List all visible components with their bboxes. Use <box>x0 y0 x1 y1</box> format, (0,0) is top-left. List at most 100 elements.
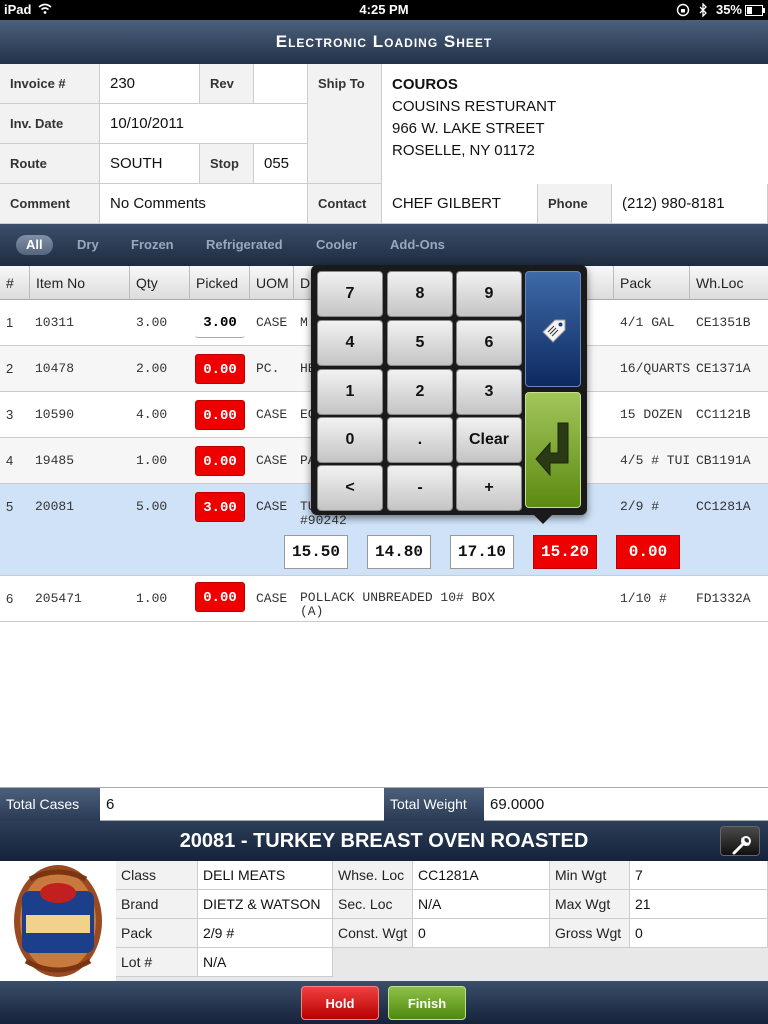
phone-label: Phone <box>538 184 612 224</box>
weight-input-5[interactable]: 0.00 <box>616 535 680 569</box>
row-number: 1 <box>6 315 14 330</box>
numeric-keypad-popover: 7 8 9 4 5 6 1 2 3 0 . Clear < - + <box>311 265 587 515</box>
key-8[interactable]: 8 <box>387 271 453 317</box>
row-item-no: 10478 <box>35 361 75 376</box>
row-wh-loc: CB1191A <box>696 453 751 468</box>
totals-bar: Total Cases 6 Total Weight 69.0000 <box>0 787 768 821</box>
const-wgt-label: Const. Wgt <box>333 919 413 948</box>
key-1[interactable]: 1 <box>317 369 383 415</box>
clock: 4:25 PM <box>359 2 409 17</box>
settings-button[interactable] <box>720 826 760 856</box>
key-6[interactable]: 6 <box>456 320 522 366</box>
row-item-no: 19485 <box>35 453 75 468</box>
enter-button[interactable] <box>525 392 581 508</box>
tab-all[interactable]: All <box>16 235 53 255</box>
tab-frozen[interactable]: Frozen <box>131 235 174 255</box>
sec-loc-label: Sec. Loc <box>333 890 413 919</box>
row-wh-loc: CE1371A <box>696 361 751 376</box>
const-wgt-value: 0 <box>413 919 550 948</box>
key-minus[interactable]: - <box>387 465 453 511</box>
col-wh-loc: Wh.Loc <box>696 275 744 291</box>
row-pack: 1/10 # <box>620 591 667 606</box>
col-qty: Qty <box>130 266 190 300</box>
row-wh-loc: FD1332A <box>696 591 751 606</box>
rev-value <box>254 64 308 104</box>
pack-label: Pack <box>116 919 198 948</box>
table-row[interactable]: 6 205471 1.00 0.00 CASE POLLACK UNBREADE… <box>0 576 768 622</box>
tab-refrigerated[interactable]: Refrigerated <box>206 235 283 255</box>
comment-value: No Comments <box>100 184 308 224</box>
tab-dry[interactable]: Dry <box>77 235 99 255</box>
tab-add-ons[interactable]: Add-Ons <box>390 235 445 255</box>
popover-pointer <box>533 514 553 524</box>
picked-input[interactable]: 0.00 <box>195 354 245 384</box>
weight-input-1[interactable]: 15.50 <box>284 535 348 569</box>
row-number: 3 <box>6 407 14 422</box>
key-3[interactable]: 3 <box>456 369 522 415</box>
picked-input[interactable]: 0.00 <box>195 446 245 476</box>
key-7[interactable]: 7 <box>317 271 383 317</box>
row-pack: 4/5 # TUI <box>620 453 690 468</box>
row-item-no: 10311 <box>35 315 75 330</box>
gross-wgt-value: 0 <box>630 919 768 948</box>
total-weight-label: Total Weight <box>384 788 484 821</box>
row-description-line2: #90242 <box>300 513 347 528</box>
row-qty: 1.00 <box>136 591 168 606</box>
col-item-no: Item No <box>30 266 130 300</box>
row-pack: 2/9 # <box>620 499 660 514</box>
max-wgt-value: 21 <box>630 890 768 919</box>
key-0[interactable]: 0 <box>317 417 383 463</box>
contact-value: CHEF GILBERT <box>382 184 538 224</box>
key-clear[interactable]: Clear <box>456 417 522 463</box>
key-4[interactable]: 4 <box>317 320 383 366</box>
inv-date-label: Inv. Date <box>0 104 100 144</box>
key-2[interactable]: 2 <box>387 369 453 415</box>
picked-input[interactable]: 0.00 <box>195 582 245 612</box>
weight-input-3[interactable]: 17.10 <box>450 535 514 569</box>
footer-bar: Hold Finish <box>0 981 768 1024</box>
enter-arrow-icon <box>534 419 574 482</box>
key-decimal[interactable]: . <box>387 417 453 463</box>
hold-button[interactable]: Hold <box>301 986 379 1020</box>
picked-input[interactable]: 0.00 <box>195 400 245 430</box>
key-plus[interactable]: + <box>456 465 522 511</box>
brand-label: Brand <box>116 890 198 919</box>
row-uom: CASE <box>256 453 288 468</box>
key-9[interactable]: 9 <box>456 271 522 317</box>
category-tabs: All Dry Frozen Refrigerated Cooler Add-O… <box>0 224 768 266</box>
invoice-header: Invoice # 230 Rev Inv. Date 10/10/2011 R… <box>0 64 768 224</box>
row-qty: 3.00 <box>136 315 168 330</box>
picked-input[interactable]: 3.00 <box>195 308 245 338</box>
row-qty: 1.00 <box>136 453 168 468</box>
row-wh-loc: CC1281A <box>696 499 751 514</box>
price-tag-button[interactable] <box>525 271 581 387</box>
ship-to-address: COUROS COUSINS RESTURANT 966 W. LAKE STR… <box>392 74 556 162</box>
picked-input[interactable]: 3.00 <box>195 492 245 522</box>
lot-label: Lot # <box>116 948 198 977</box>
weight-input-4[interactable]: 15.20 <box>533 535 597 569</box>
col-uom: UOM <box>250 266 294 300</box>
key-back[interactable]: < <box>317 465 383 511</box>
invoice-label: Invoice # <box>0 64 100 104</box>
tab-cooler[interactable]: Cooler <box>316 235 357 255</box>
ship-street: 966 W. LAKE STREET <box>392 120 545 137</box>
row-number: 6 <box>6 591 14 606</box>
weight-input-2[interactable]: 14.80 <box>367 535 431 569</box>
battery-percent: 35% <box>715 2 742 17</box>
item-title: 20081 - TURKEY BREAST OVEN ROASTED <box>0 821 768 861</box>
page-title: Electronic Loading Sheet <box>0 20 768 64</box>
phone-value: (212) 980-8181 <box>612 184 768 224</box>
gross-wgt-label: Gross Wgt <box>550 919 630 948</box>
row-item-no: 10590 <box>35 407 75 422</box>
col-number: # <box>0 266 30 300</box>
ship-to-label: Ship To <box>308 64 382 184</box>
finish-button[interactable]: Finish <box>388 986 466 1020</box>
stop-value: 055 <box>254 144 308 184</box>
row-item-no: 205471 <box>35 591 82 606</box>
row-wh-loc: CE1351B <box>696 315 751 330</box>
status-bar: iPad 4:25 PM 35% <box>0 0 768 20</box>
row-number: 4 <box>6 453 14 468</box>
key-5[interactable]: 5 <box>387 320 453 366</box>
row-pack: 15 DOZEN <box>620 407 683 422</box>
col-picked: Picked <box>190 266 250 300</box>
